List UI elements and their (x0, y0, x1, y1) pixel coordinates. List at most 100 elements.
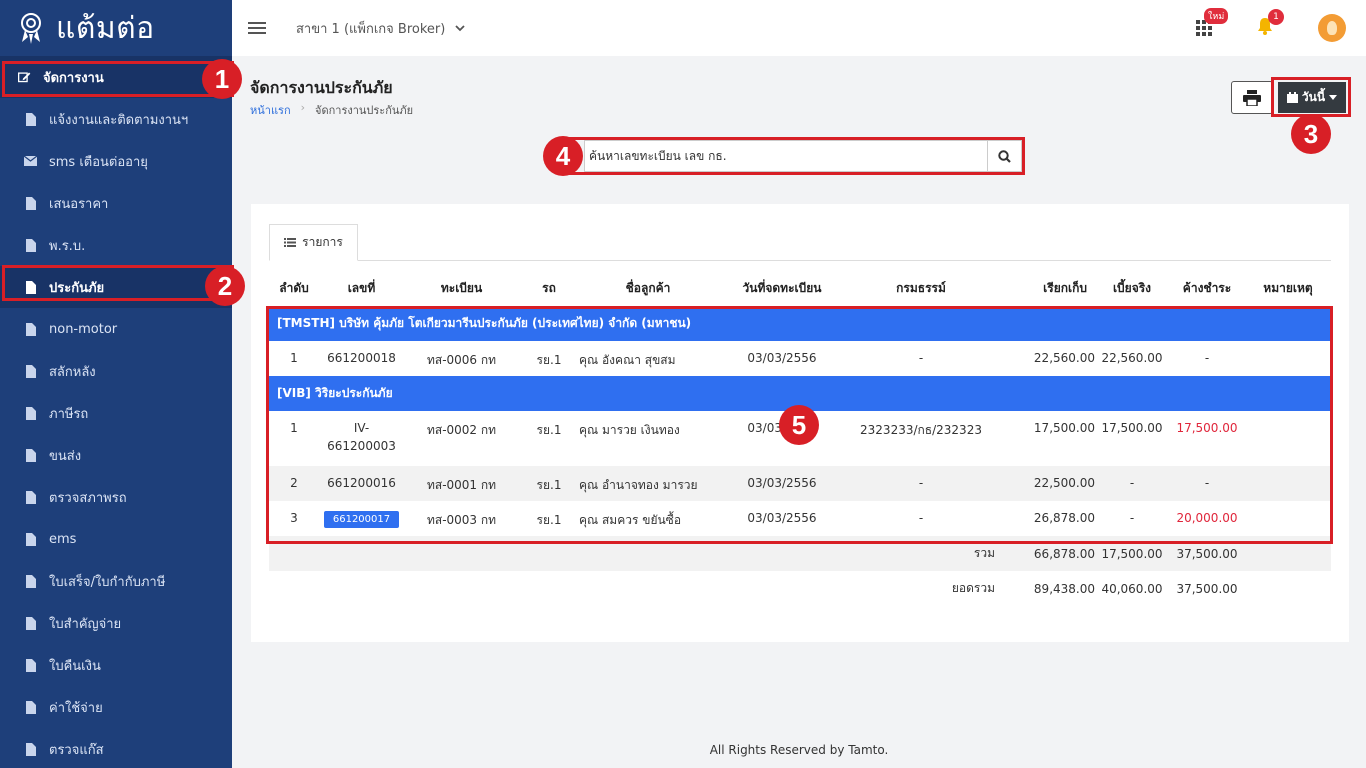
chevron-down-icon (455, 24, 465, 31)
table-header-row: ลำดับ เลขที่ ทะเบียน รถ ชื่อลูกค้า วันที… (269, 270, 1331, 306)
sidebar-item-label: ems (49, 531, 77, 547)
sidebar-item-label: เสนอราคา (49, 196, 109, 212)
branch-label: สาขา 1 (แพ็กเกจ Broker) (296, 21, 446, 37)
column-header[interactable]: หมายเหตุ (1245, 270, 1331, 306)
file-icon (24, 742, 37, 756)
column-header[interactable]: เบี้ยจริง (1095, 270, 1169, 306)
sidebar-item-receipt[interactable]: ใบเสร็จ/ใบกำกับภาษี (0, 560, 232, 602)
sidebar-item-label: ภาษีรถ (49, 406, 89, 422)
file-icon (24, 490, 37, 504)
sidebar-item-quotation[interactable]: เสนอราคา (0, 182, 232, 224)
tab-divider (269, 260, 1331, 261)
file-icon (24, 700, 37, 714)
brand[interactable]: แต้มต่อ (0, 0, 232, 56)
annotation-badge-5: 5 (779, 405, 819, 445)
grand-total-due: 37,500.00 (1176, 581, 1238, 596)
annotation-box-3 (1271, 77, 1351, 117)
grand-total-row: ยอดรวม 89,438.00 40,060.00 37,500.00 (269, 571, 1331, 606)
sidebar-item-endorsement[interactable]: สลักหลัง (0, 350, 232, 392)
file-icon (24, 112, 37, 126)
tab-label: รายการ (302, 235, 343, 249)
envelope-icon (24, 156, 37, 166)
column-header[interactable]: ค้างชำระ (1169, 270, 1245, 306)
sidebar-item-label: non-motor (49, 321, 118, 337)
menu-toggle-icon[interactable] (248, 22, 266, 34)
topbar: สาขา 1 (แพ็กเกจ Broker) ใหม่ 1 (232, 0, 1366, 56)
sidebar-item-label: ใบสำคัญจ่าย (49, 616, 122, 632)
column-header[interactable]: รถ (519, 270, 579, 306)
column-header[interactable]: เลขที่ (319, 270, 404, 306)
breadcrumb-separator-icon: › (300, 101, 306, 114)
file-icon (24, 658, 37, 672)
sidebar-item-label: ขนส่ง (49, 448, 82, 464)
list-icon (284, 238, 297, 247)
grand-total-charge: 89,438.00 (1033, 581, 1095, 596)
annotation-box-1 (2, 61, 234, 97)
column-header[interactable]: กรมธรรม์ (847, 270, 995, 306)
file-icon (24, 196, 37, 210)
sidebar-item-vehicle-tax[interactable]: ภาษีรถ (0, 392, 232, 434)
topbar-actions: ใหม่ 1 (1196, 0, 1346, 56)
breadcrumb-home-link[interactable]: หน้าแรก (250, 101, 291, 119)
breadcrumb: หน้าแรก › จัดการงานประกันภัย (250, 101, 413, 119)
sidebar-item-compulsory[interactable]: พ.ร.บ. (0, 224, 232, 266)
annotation-box-2 (2, 265, 234, 301)
sidebar-item-transport[interactable]: ขนส่ง (0, 434, 232, 476)
column-header[interactable]: วันที่จดทะเบียน (717, 270, 847, 306)
grand-total-note (1245, 571, 1331, 606)
sidebar-item-label: ใบคืนเงิน (49, 658, 101, 674)
sidebar-item-sms-renewal[interactable]: sms เตือนต่ออายุ (0, 140, 232, 182)
annotation-badge-3: 3 (1291, 114, 1331, 154)
sidebar-item-gas-check[interactable]: ตรวจแก๊ส (0, 728, 232, 768)
file-icon (24, 322, 37, 336)
sidebar-item-inspection[interactable]: ตรวจสภาพรถ (0, 476, 232, 518)
printer-icon (1243, 89, 1261, 106)
brand-name: แต้มต่อ (56, 10, 155, 46)
sidebar: แต้มต่อ จัดการงาน แจ้งงานและติดตามงานฯ s… (0, 0, 232, 768)
sidebar-item-job-tracking[interactable]: แจ้งงานและติดตามงานฯ (0, 98, 232, 140)
sidebar-item-label: ตรวจสภาพรถ (49, 490, 127, 506)
sidebar-item-label: ค่าใช้จ่าย (49, 700, 103, 716)
file-icon (24, 448, 37, 462)
file-icon (24, 616, 37, 630)
annotation-box-4 (560, 137, 1025, 175)
rocket-logo-icon (21, 13, 41, 44)
column-header[interactable]: ทะเบียน (404, 270, 519, 306)
sidebar-item-non-motor[interactable]: non-motor (0, 308, 232, 350)
sidebar-item-label: พ.ร.บ. (49, 238, 86, 254)
column-header[interactable]: ลำดับ (269, 270, 319, 306)
notification-count-badge: 1 (1268, 8, 1284, 25)
file-icon (24, 238, 37, 252)
sidebar-item-refund[interactable]: ใบคืนเงิน (0, 644, 232, 686)
column-header[interactable]: ชื่อลูกค้า (579, 270, 717, 306)
grand-total-label: ยอดรวม (951, 581, 995, 595)
breadcrumb-current: จัดการงานประกันภัย (315, 104, 414, 117)
annotation-badge-1: 1 (202, 59, 242, 99)
file-icon (24, 406, 37, 420)
file-icon (24, 364, 37, 378)
avatar[interactable] (1318, 14, 1346, 42)
sidebar-item-expenses[interactable]: ค่าใช้จ่าย (0, 686, 232, 728)
print-button[interactable] (1231, 81, 1273, 114)
sidebar-item-label: ใบเสร็จ/ใบกำกับภาษี (49, 574, 166, 590)
sidebar-item-label: sms เตือนต่ออายุ (49, 154, 148, 170)
sidebar-item-ems[interactable]: ems (0, 518, 232, 560)
footer: All Rights Reserved by Tamto. (709, 743, 889, 757)
new-badge: ใหม่ (1204, 8, 1229, 24)
annotation-badge-4: 4 (543, 136, 583, 176)
annotation-badge-2: 2 (205, 266, 245, 306)
sidebar-item-payment-voucher[interactable]: ใบสำคัญจ่าย (0, 602, 232, 644)
file-icon (24, 574, 37, 588)
column-header[interactable]: เรียกเก็บ (995, 270, 1095, 306)
tab-list[interactable]: รายการ (269, 224, 358, 261)
file-icon (24, 532, 37, 546)
sidebar-nav: จัดการงาน แจ้งงานและติดตามงานฯ sms เตือน… (0, 56, 232, 768)
page-title: จัดการงานประกันภัย (250, 78, 393, 97)
notification-bell-icon[interactable]: 1 (1256, 8, 1284, 40)
sidebar-item-label: แจ้งงานและติดตามงานฯ (49, 112, 189, 128)
branch-selector[interactable]: สาขา 1 (แพ็กเกจ Broker) (296, 18, 465, 39)
apps-grid-icon[interactable]: ใหม่ (1196, 8, 1229, 36)
sidebar-item-label: ตรวจแก๊ส (49, 742, 104, 758)
grand-total-premium: 40,060.00 (1101, 581, 1163, 596)
sidebar-item-label: สลักหลัง (49, 364, 96, 380)
